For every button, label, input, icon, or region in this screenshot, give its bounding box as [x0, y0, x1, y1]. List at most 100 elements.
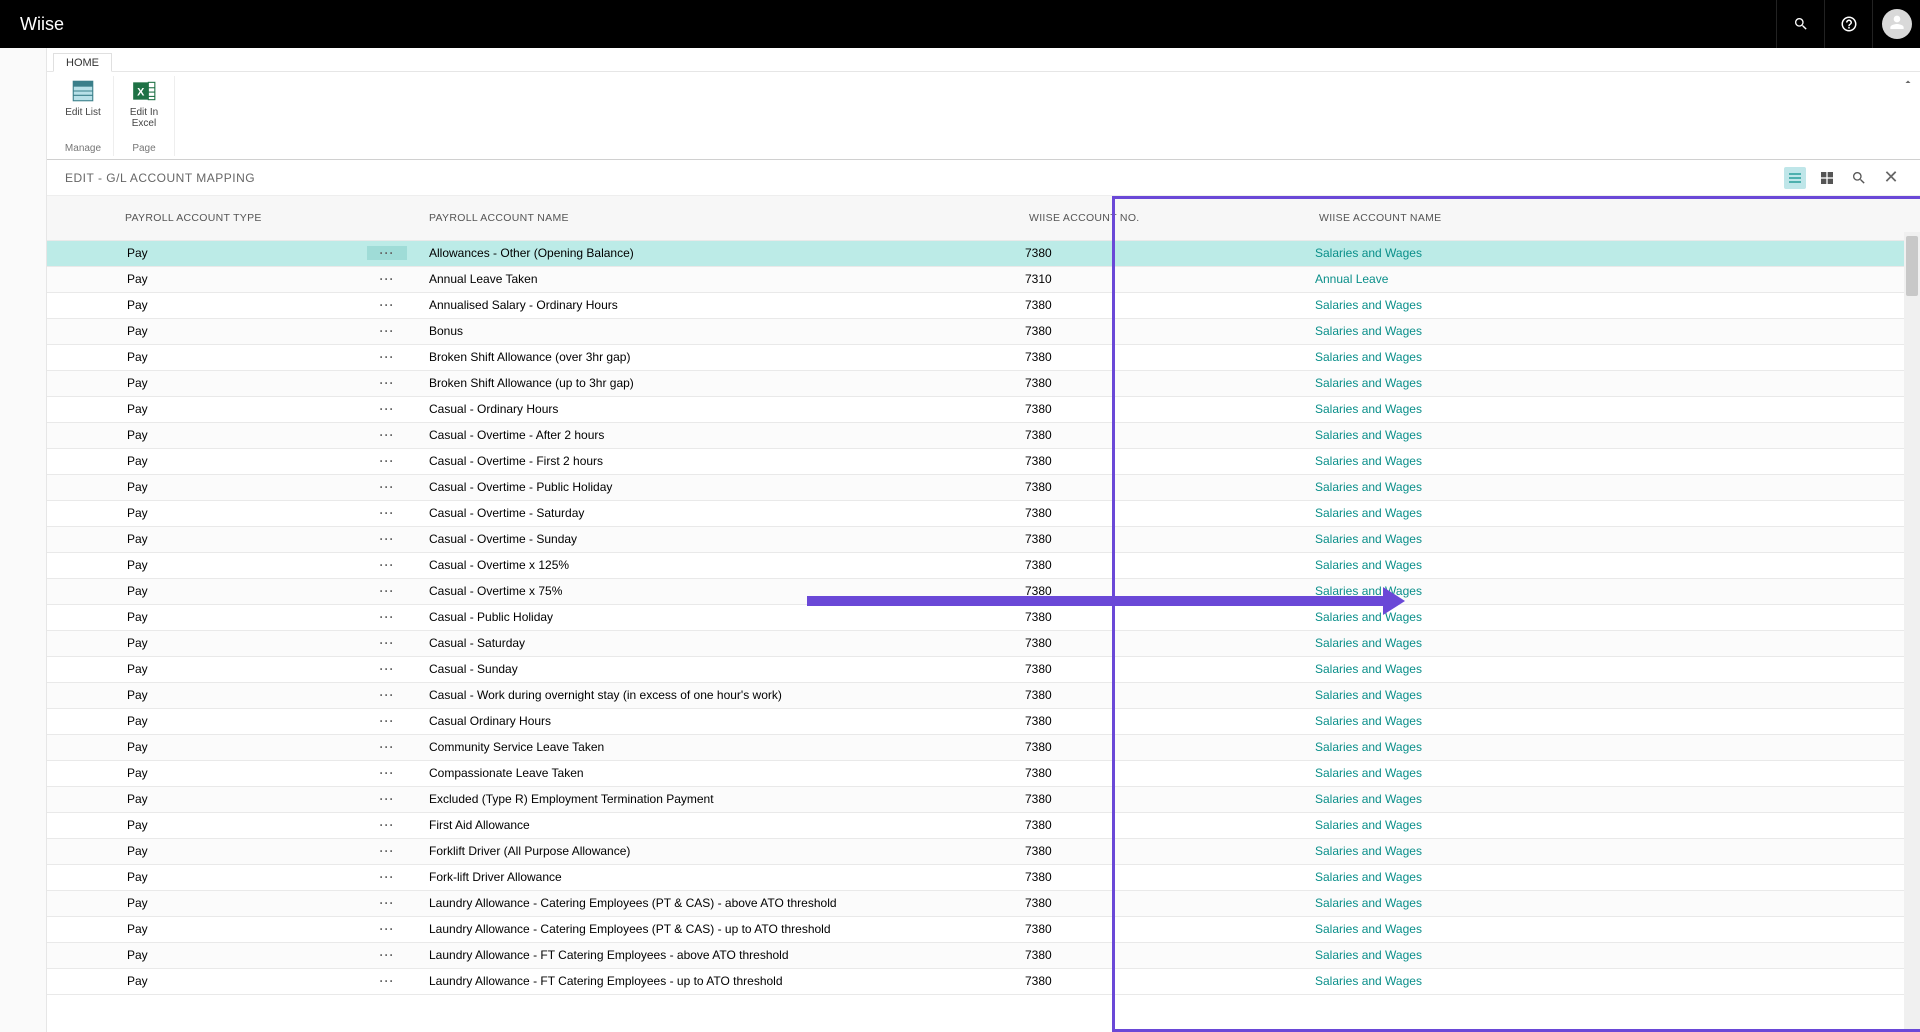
cell-payroll-name[interactable]: Allowances - Other (Opening Balance) [421, 240, 1021, 266]
cell-payroll-type[interactable]: Pay [117, 838, 367, 864]
col-header-type[interactable]: PAYROLL ACCOUNT TYPE [117, 196, 367, 240]
cell-payroll-type[interactable]: Pay [117, 708, 367, 734]
cell-payroll-name[interactable]: Casual - Overtime - Sunday [421, 526, 1021, 552]
row-gutter[interactable] [47, 682, 117, 708]
cell-payroll-type[interactable]: Pay [117, 422, 367, 448]
cell-wiise-account-no[interactable]: 7380 [1021, 890, 1311, 916]
cell-wiise-account-no[interactable]: 7380 [1021, 318, 1311, 344]
wiise-account-link[interactable]: Salaries and Wages [1315, 662, 1422, 676]
row-menu-icon[interactable]: ··· [367, 324, 407, 338]
scrollbar-thumb[interactable] [1906, 236, 1918, 296]
row-gutter[interactable] [47, 812, 117, 838]
table-row[interactable]: Pay···First Aid Allowance7380Salaries an… [47, 812, 1920, 838]
cell-wiise-account-no[interactable]: 7380 [1021, 500, 1311, 526]
row-gutter[interactable] [47, 734, 117, 760]
table-row[interactable]: Pay···Annualised Salary - Ordinary Hours… [47, 292, 1920, 318]
row-gutter[interactable] [47, 968, 117, 994]
row-menu-icon[interactable]: ··· [367, 688, 407, 702]
row-menu-icon[interactable]: ··· [367, 740, 407, 754]
col-header-gutter[interactable] [47, 196, 117, 240]
cell-payroll-name[interactable]: Casual - Sunday [421, 656, 1021, 682]
table-row[interactable]: Pay···Casual - Overtime x 125%7380Salari… [47, 552, 1920, 578]
wiise-account-link[interactable]: Salaries and Wages [1315, 610, 1422, 624]
table-row[interactable]: Pay···Laundry Allowance - Catering Emplo… [47, 890, 1920, 916]
wiise-account-link[interactable]: Salaries and Wages [1315, 948, 1422, 962]
table-row[interactable]: Pay···Community Service Leave Taken7380S… [47, 734, 1920, 760]
cell-payroll-type[interactable]: Pay [117, 786, 367, 812]
cell-payroll-type[interactable]: Pay [117, 266, 367, 292]
table-row[interactable]: Pay··· Casual - Overtime - After 2 hours7… [47, 422, 1920, 448]
wiise-account-link[interactable]: Salaries and Wages [1315, 792, 1422, 806]
cell-payroll-type[interactable]: Pay [117, 656, 367, 682]
wiise-account-link[interactable]: Salaries and Wages [1315, 870, 1422, 884]
cell-payroll-name[interactable]: Excluded (Type R) Employment Termination… [421, 786, 1021, 812]
cell-payroll-type[interactable]: Pay [117, 240, 367, 266]
cell-payroll-name[interactable]: Compassionate Leave Taken [421, 760, 1021, 786]
cell-payroll-type[interactable]: Pay [117, 812, 367, 838]
row-menu-icon[interactable]: ··· [367, 428, 407, 442]
cell-payroll-name[interactable]: Fork-lift Driver Allowance [421, 864, 1021, 890]
cell-wiise-account-no[interactable]: 7380 [1021, 916, 1311, 942]
cell-payroll-type[interactable]: Pay [117, 604, 367, 630]
row-gutter[interactable] [47, 474, 117, 500]
cell-wiise-account-no[interactable]: 7380 [1021, 864, 1311, 890]
cell-payroll-name[interactable]: Casual - Overtime - Saturday [421, 500, 1021, 526]
row-menu-icon[interactable]: ··· [367, 636, 407, 650]
cell-wiise-account-no[interactable]: 7380 [1021, 422, 1311, 448]
table-row[interactable]: Pay···Casual - Overtime - Sunday7380Sala… [47, 526, 1920, 552]
view-list-icon[interactable] [1784, 167, 1806, 189]
cell-payroll-name[interactable]: Broken Shift Allowance (over 3hr gap) [421, 344, 1021, 370]
table-row[interactable]: Pay···Laundry Allowance - FT Catering Em… [47, 968, 1920, 994]
table-row[interactable]: Pay···Casual - Sunday7380Salaries and Wa… [47, 656, 1920, 682]
edit-list-button[interactable]: Edit List [61, 76, 105, 119]
row-menu-icon[interactable]: ··· [367, 610, 407, 624]
cell-wiise-account-no[interactable]: 7380 [1021, 448, 1311, 474]
cell-payroll-type[interactable]: Pay [117, 578, 367, 604]
cell-payroll-type[interactable]: Pay [117, 292, 367, 318]
cell-payroll-type[interactable]: Pay [117, 370, 367, 396]
cell-wiise-account-no[interactable]: 7380 [1021, 526, 1311, 552]
cell-wiise-account-no[interactable]: 7380 [1021, 942, 1311, 968]
cell-wiise-account-no[interactable]: 7380 [1021, 474, 1311, 500]
ribbon-collapse-icon[interactable] [1902, 76, 1914, 91]
cell-wiise-account-no[interactable]: 7380 [1021, 630, 1311, 656]
cell-payroll-type[interactable]: Pay [117, 526, 367, 552]
wiise-account-link[interactable]: Salaries and Wages [1315, 766, 1422, 780]
wiise-account-link[interactable]: Salaries and Wages [1315, 376, 1422, 390]
cell-payroll-type[interactable]: Pay [117, 630, 367, 656]
cell-payroll-type[interactable]: Pay [117, 318, 367, 344]
edit-excel-button[interactable]: X Edit In Excel [122, 76, 166, 129]
row-menu-icon[interactable]: ··· [367, 480, 407, 494]
table-row[interactable]: Pay···Broken Shift Allowance (over 3hr g… [47, 344, 1920, 370]
row-menu-icon[interactable]: ··· [367, 350, 407, 364]
cell-wiise-account-no[interactable]: 7380 [1021, 292, 1311, 318]
row-gutter[interactable] [47, 240, 117, 266]
cell-wiise-account-no[interactable]: 7380 [1021, 682, 1311, 708]
row-menu-icon[interactable]: ··· [367, 272, 407, 286]
row-gutter[interactable] [47, 448, 117, 474]
row-menu-icon[interactable]: ··· [367, 402, 407, 416]
row-gutter[interactable] [47, 526, 117, 552]
cell-payroll-type[interactable]: Pay [117, 474, 367, 500]
cell-wiise-account-no[interactable]: 7380 [1021, 344, 1311, 370]
cell-payroll-type[interactable]: Pay [117, 942, 367, 968]
row-menu-icon[interactable]: ··· [367, 506, 407, 520]
row-gutter[interactable] [47, 760, 117, 786]
row-menu-icon[interactable]: ··· [367, 818, 407, 832]
cell-payroll-name[interactable]: Casual - Public Holiday [421, 604, 1021, 630]
cell-payroll-type[interactable]: Pay [117, 682, 367, 708]
cell-payroll-type[interactable]: Pay [117, 448, 367, 474]
row-menu-icon[interactable]: ··· [367, 584, 407, 598]
row-gutter[interactable] [47, 578, 117, 604]
wiise-account-link[interactable]: Salaries and Wages [1315, 584, 1422, 598]
table-row[interactable]: Pay···Casual - Overtime - Saturday7380Sa… [47, 500, 1920, 526]
cell-payroll-type[interactable]: Pay [117, 890, 367, 916]
wiise-account-link[interactable]: Salaries and Wages [1315, 428, 1422, 442]
wiise-account-link[interactable]: Salaries and Wages [1315, 740, 1422, 754]
cell-payroll-name[interactable]: Laundry Allowance - FT Catering Employee… [421, 968, 1021, 994]
cell-payroll-name[interactable]: Casual - Overtime - After 2 hours [421, 422, 1021, 448]
search-icon[interactable] [1776, 0, 1824, 48]
row-gutter[interactable] [47, 916, 117, 942]
row-menu-icon[interactable]: ··· [367, 558, 407, 572]
cell-payroll-name[interactable]: Bonus [421, 318, 1021, 344]
